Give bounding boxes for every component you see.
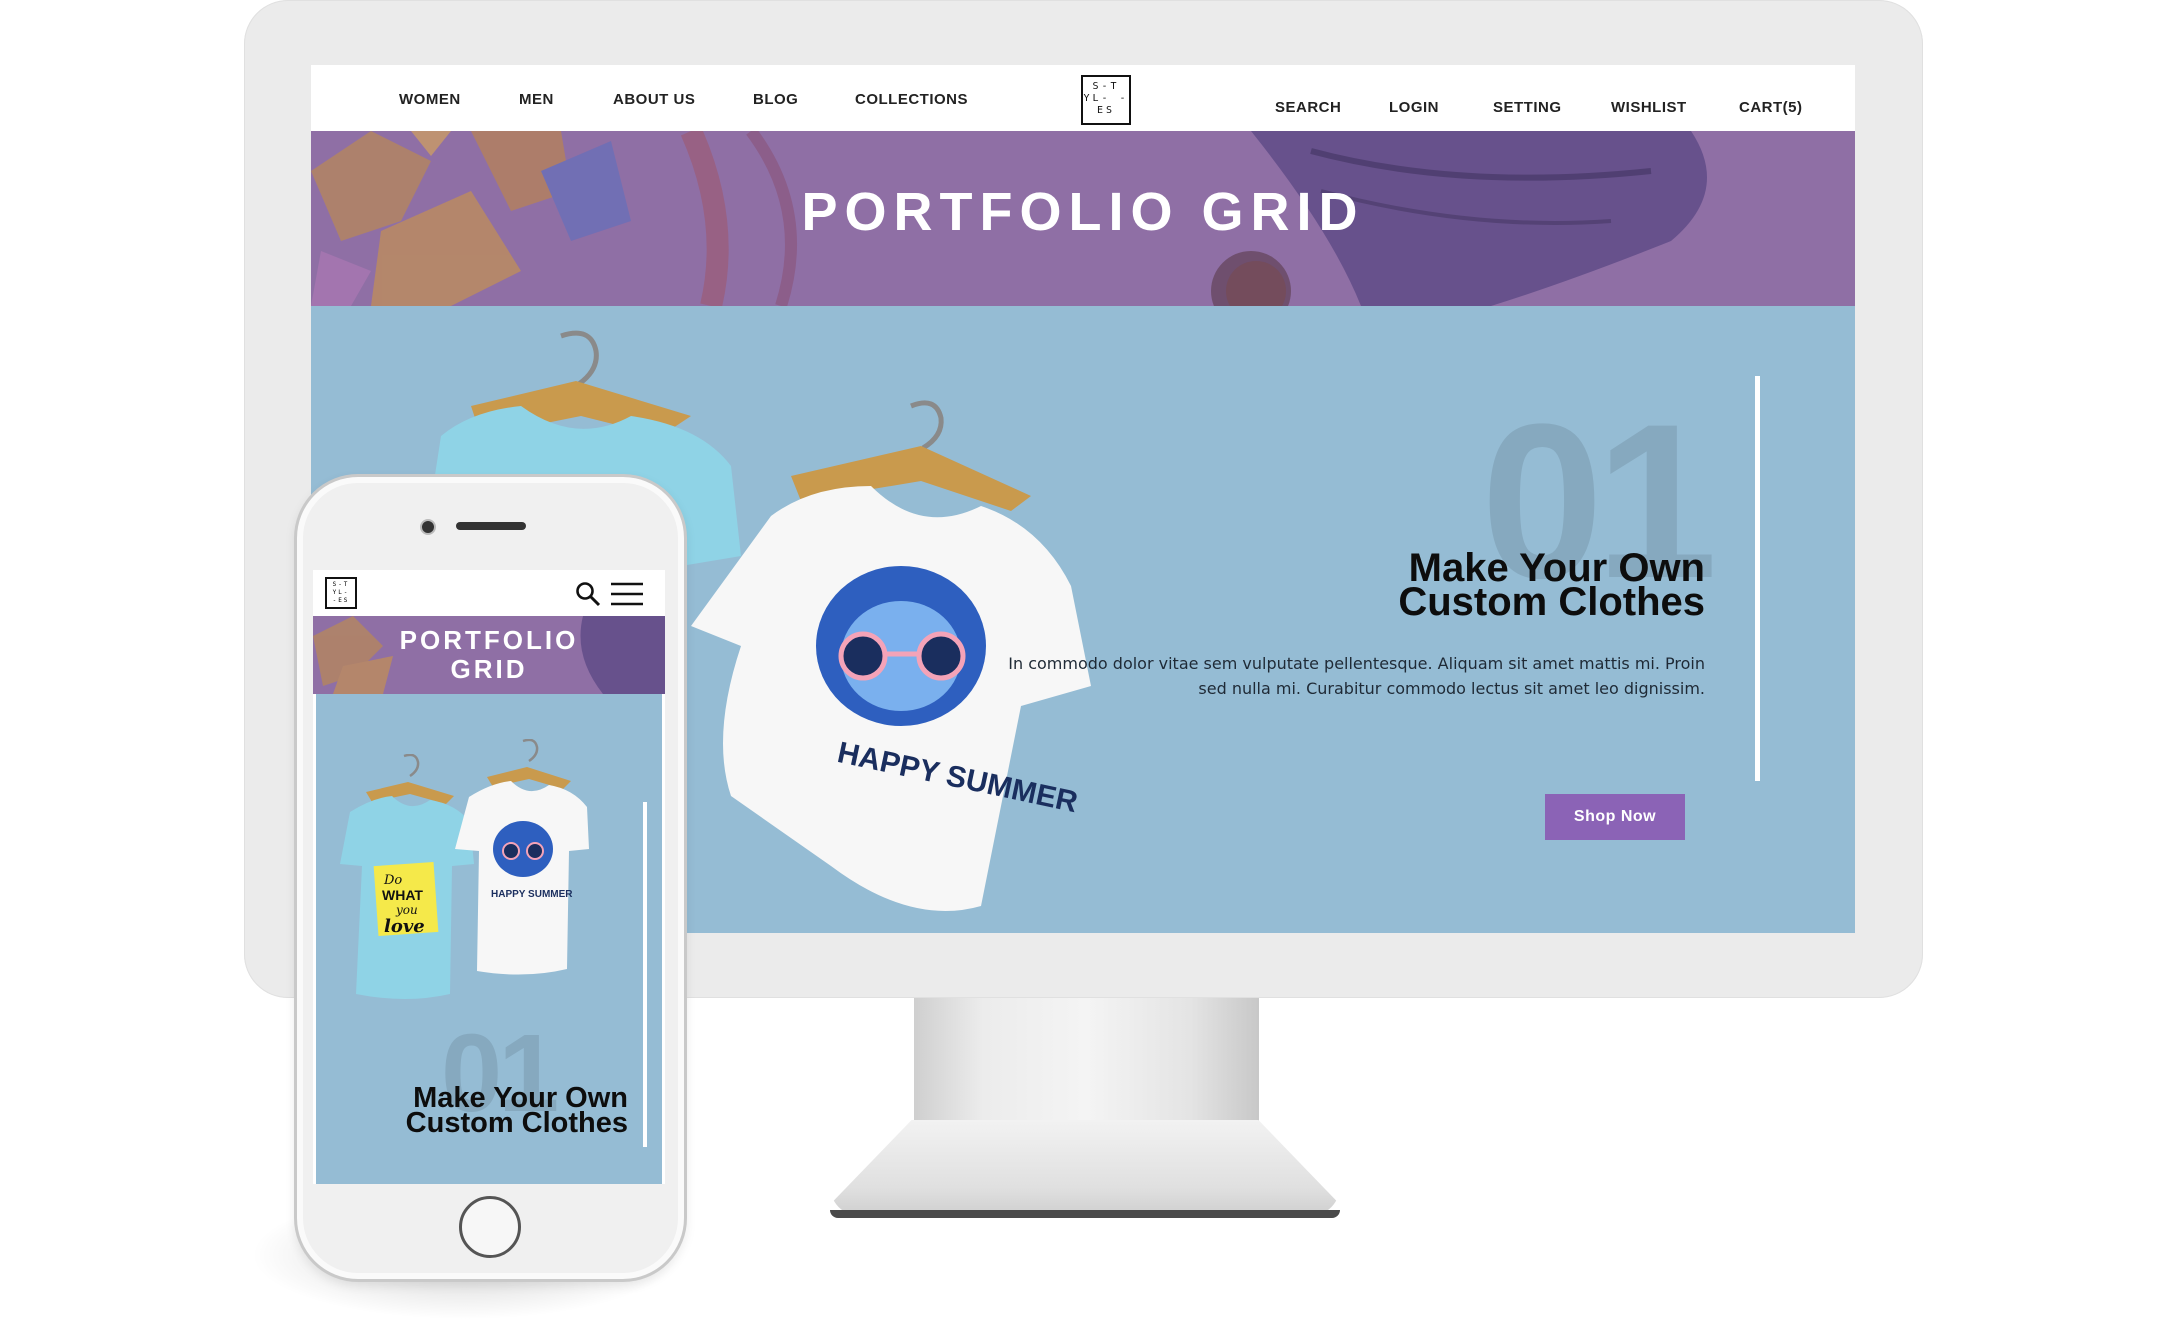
phone-shirt-print-4: love [384,916,425,937]
phone-banner-title: PORTFOLIO GRID [313,626,665,684]
phone-banner-title-line2: GRID [450,654,528,684]
hero-divider-line [1755,376,1760,781]
phone-hero-divider-line [643,802,647,1147]
nav-item-collections[interactable]: COLLECTIONS [855,91,968,108]
phone-page-banner: PORTFOLIO GRID [313,616,665,694]
nav-item-search[interactable]: SEARCH [1275,99,1341,116]
site-logo[interactable]: S-T YL- -ES [1081,75,1131,125]
phone-navbar: S-T YL- -ES [313,570,665,616]
nav-item-cart[interactable]: CART(5) [1739,99,1803,116]
desktop-navbar: WOMEN MEN ABOUT US BLOG COLLECTIONS S-T … [311,65,1855,131]
banner-title: PORTFOLIO GRID [801,182,1365,242]
logo-text: S-T YL- -ES [1083,81,1129,116]
phone-hero-heading: Make Your Own Custom Clothes [405,1084,628,1139]
shop-now-button[interactable]: Shop Now [1545,794,1685,840]
phone-banner-title-line1: PORTFOLIO [399,625,579,655]
nav-item-setting[interactable]: SETTING [1493,99,1562,116]
nav-item-men[interactable]: MEN [519,91,554,108]
phone-site-logo[interactable]: S-T YL- -ES [325,577,357,609]
nav-item-women[interactable]: WOMEN [399,91,461,108]
hero-heading: Make Your Own Custom Clothes [1398,548,1705,624]
phone-camera [420,519,436,535]
hero-description: In commodo dolor vitae sem vulputate pel… [1008,654,1705,698]
hero-heading-line2: Custom Clothes [1398,580,1705,624]
nav-item-wishlist[interactable]: WISHLIST [1611,99,1687,116]
phone-hero-heading-line2: Custom Clothes [405,1107,628,1139]
phone-speaker [456,522,526,530]
phone-logo-text: S-T YL- -ES [332,581,350,604]
page-banner: PORTFOLIO GRID [311,131,1855,306]
nav-item-login[interactable]: LOGIN [1389,99,1439,116]
phone-shirt-print-1: Do [383,873,402,888]
search-icon[interactable] [575,581,601,607]
phone-shirt-print-2: WHAT [382,887,423,903]
phone-hero-section: Do WHAT you love HAPPY SUMMER 01 Make Yo… [316,694,662,1184]
hamburger-menu-icon[interactable] [609,581,645,607]
monitor-stand-shadow [830,1210,1340,1218]
nav-item-about-us[interactable]: ABOUT US [613,91,695,108]
phone-white-tshirt-image: HAPPY SUMMER [455,739,589,975]
phone-shirt-print-3: you [395,903,418,917]
phone-screen: S-T YL- -ES PORTFOLIO GRID Do WHAT you l… [313,570,665,1184]
phone-tshirt-white-print: HAPPY SUMMER [491,889,573,900]
phone-home-button[interactable] [459,1196,521,1258]
monitor-stand-base [830,1120,1340,1216]
nav-item-blog[interactable]: BLOG [753,91,798,108]
